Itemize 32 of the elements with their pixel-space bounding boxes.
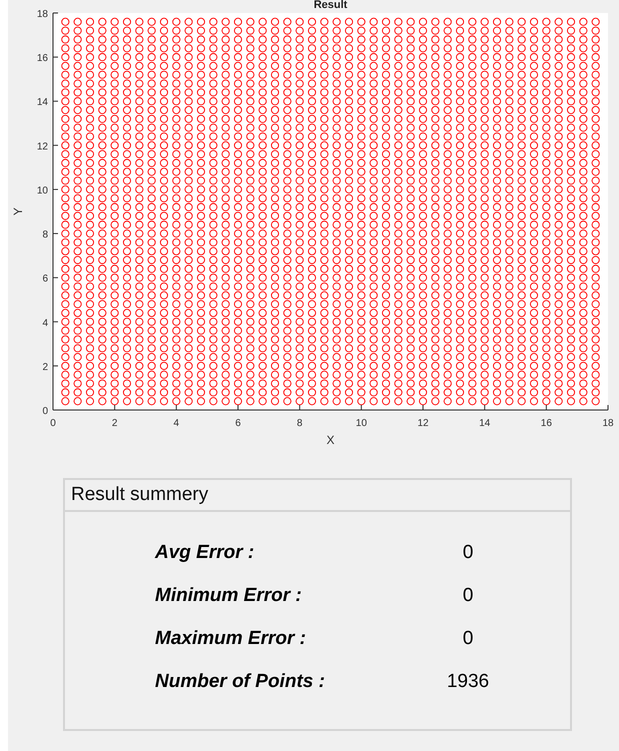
metric-label: Minimum Error : <box>155 585 303 607</box>
x-tick-label: 6 <box>235 418 241 429</box>
x-tick-label: 16 <box>540 418 552 429</box>
y-tick-label: 4 <box>42 318 48 329</box>
metric-value: 0 <box>462 628 474 650</box>
metric-value: 0 <box>462 542 474 564</box>
chart-title: Result <box>314 0 348 11</box>
x-tick-label: 12 <box>417 418 429 429</box>
y-tick-label: 2 <box>42 362 48 373</box>
y-tick-label: 8 <box>42 230 48 241</box>
y-axis-label: Y <box>11 208 25 216</box>
x-tick-label: 10 <box>356 418 367 429</box>
x-tick-label: 0 <box>50 418 56 429</box>
y-tick-label: 10 <box>36 185 48 196</box>
y-tick-label: 18 <box>36 9 48 20</box>
x-tick-label: 18 <box>602 418 614 429</box>
x-tick-label: 14 <box>479 418 490 429</box>
metric-label: Number of Points : <box>155 671 326 693</box>
x-tick-label: 8 <box>296 418 302 429</box>
panel-title: Result summery <box>65 480 570 512</box>
metric-value: 1936 <box>446 671 490 693</box>
x-tick-label: 2 <box>112 418 118 429</box>
x-tick-label: 4 <box>174 418 180 429</box>
metric-label: Avg Error : <box>155 542 256 564</box>
x-axis-label: X <box>326 433 334 447</box>
y-tick-label: 16 <box>36 53 48 64</box>
y-tick-label: 0 <box>42 406 48 417</box>
y-tick-label: 14 <box>36 97 48 108</box>
y-tick-label: 6 <box>42 274 48 285</box>
metric-label: Maximum Error : <box>155 628 307 650</box>
metric-value: 0 <box>462 585 474 607</box>
y-tick-label: 12 <box>36 141 48 152</box>
